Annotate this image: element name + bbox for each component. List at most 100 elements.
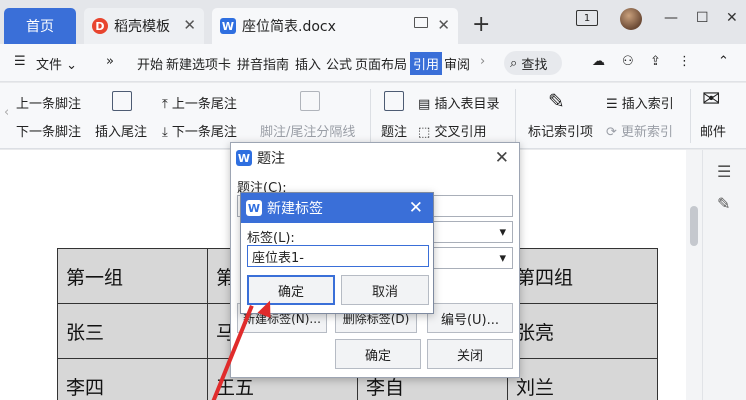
tab-home[interactable]: 首页 — [4, 8, 76, 44]
menu-item-start[interactable]: 开始 — [137, 54, 163, 73]
writer-logo-icon: W — [220, 18, 236, 34]
close-button[interactable]: 关闭 — [427, 339, 513, 369]
insert-index-label: 插入索引 — [621, 97, 674, 112]
caption-dialog-title: W 题注 — [231, 143, 519, 173]
avatar[interactable] — [620, 8, 642, 30]
tab-document-label: 座位简表.docx — [242, 19, 336, 35]
tab-template-label: 稻壳模板 — [114, 19, 170, 35]
table-cell[interactable]: 刘兰 — [507, 358, 658, 400]
close-tab-icon[interactable]: ✕ — [437, 16, 450, 34]
mail-icon: ✉ — [702, 87, 721, 112]
mark-index-icon: ✎ — [548, 89, 565, 113]
prev-endnote-label: 上一条尾注 — [171, 97, 237, 112]
vertical-scrollbar[interactable] — [686, 150, 702, 400]
hamburger-icon[interactable]: ☰ — [14, 54, 26, 69]
search-icon: ⌕ — [510, 55, 518, 71]
chevron-double-right-icon[interactable]: » — [106, 54, 114, 69]
close-icon[interactable]: ✕ — [409, 198, 423, 218]
menu-item-insert[interactable]: 插入 — [295, 54, 321, 73]
cloud-sync-icon[interactable]: ☁ — [592, 54, 605, 69]
menu-item-formula[interactable]: 公式 — [326, 54, 352, 73]
minimize-button[interactable]: — — [664, 10, 678, 26]
ribbon-separator — [515, 89, 516, 143]
close-window-button[interactable]: ✕ — [726, 10, 738, 26]
menu-item-page-layout[interactable]: 页面布局 — [355, 54, 407, 73]
tab-home-label: 首页 — [26, 19, 54, 35]
window-count-badge-icon[interactable]: 1 — [576, 10, 598, 26]
caption-button[interactable]: 题注 — [381, 121, 407, 140]
tab-template[interactable]: D 稻壳模板 ✕ — [84, 8, 204, 44]
menu-item-references[interactable]: 引用 — [410, 52, 443, 75]
separator-line-icon — [300, 91, 320, 111]
share-icon[interactable]: ⇪ — [650, 54, 661, 69]
ok-button[interactable]: 确定 — [247, 275, 335, 305]
mark-index-button[interactable]: 标记索引项 — [528, 121, 593, 140]
panel-toggle-icon[interactable]: ☰ — [717, 162, 731, 181]
writer-logo-icon: W — [246, 200, 262, 216]
label-input[interactable]: 座位表1- — [247, 245, 429, 267]
dropdown-arrow-icon: ▾ — [499, 224, 506, 240]
label-select[interactable]: ▾ — [431, 221, 513, 243]
index-icon: ☰ — [606, 97, 618, 112]
insert-index-button[interactable]: ☰ 插入索引 — [606, 93, 674, 112]
next-endnote-button[interactable]: ⤓ 下一条尾注 — [162, 121, 237, 140]
title-tab-bar: 首页 D 稻壳模板 ✕ W 座位简表.docx ✕ + 1 — ☐ ✕ — [0, 0, 746, 44]
table-list-icon: ▤ — [418, 97, 431, 112]
close-icon[interactable]: ✕ — [495, 148, 509, 168]
insert-toc-button[interactable]: ▤ 插入表目录 — [418, 93, 499, 112]
ok-button[interactable]: 确定 — [335, 339, 421, 369]
next-endnote-label: 下一条尾注 — [171, 125, 237, 140]
chevron-right-icon[interactable]: › — [480, 54, 485, 69]
numbering-button[interactable]: 编号(U)... — [427, 303, 513, 333]
caption-icon — [384, 91, 404, 111]
mail-button[interactable]: 邮件 — [700, 121, 726, 140]
new-label-dialog-title-text: 新建标签 — [267, 201, 323, 217]
prev-footnote-button[interactable]: 上一条脚注 — [16, 93, 81, 112]
collapse-ribbon-icon[interactable]: ⌃ — [718, 54, 729, 69]
pen-icon[interactable]: ✎ — [717, 194, 730, 213]
scroll-left-icon[interactable]: ‹ — [4, 105, 9, 120]
table-cell[interactable]: 李四 — [57, 358, 208, 400]
table-cell[interactable]: 张三 — [57, 303, 208, 359]
menu-item-review[interactable]: 审阅 — [444, 54, 470, 73]
footnote-separator-button[interactable]: 脚注/尾注分隔线 — [260, 121, 355, 140]
add-user-icon[interactable]: ⚇ — [622, 54, 634, 69]
insert-endnote-button[interactable]: 插入尾注 — [95, 121, 147, 140]
right-side-panel: ☰ ✎ — [702, 150, 746, 400]
update-index-label: 更新索引 — [621, 125, 674, 140]
label-field-caption: 标签(L): — [247, 231, 295, 246]
tab-document[interactable]: W 座位简表.docx ✕ — [212, 8, 458, 44]
chevron-down-icon: ⌄ — [66, 58, 78, 73]
menu-item-pinyin[interactable]: 拼音指南 — [237, 54, 289, 73]
search-label: 查找 — [521, 57, 548, 73]
arrow-up-icon: ⤒ — [162, 97, 168, 112]
cross-ref-label: 交叉引用 — [434, 125, 487, 140]
more-icon[interactable]: ⋮ — [678, 54, 691, 69]
cross-ref-button[interactable]: ⬚ 交叉引用 — [418, 121, 486, 140]
menu-file[interactable]: 文件 ⌄ — [36, 54, 77, 73]
writer-logo-icon: W — [236, 150, 252, 166]
restore-button[interactable]: ☐ — [696, 10, 709, 26]
close-tab-icon[interactable]: ✕ — [183, 16, 196, 34]
prev-endnote-button[interactable]: ⤒ 上一条尾注 — [162, 93, 237, 112]
menu-bar: ☰ 文件 ⌄ » 开始 新建选项卡 拼音指南 插入 公式 页面布局 引用 审阅 … — [0, 44, 746, 82]
cancel-button[interactable]: 取消 — [341, 275, 429, 305]
table-cell[interactable]: 第四组 — [507, 248, 658, 304]
insert-toc-label: 插入表目录 — [434, 97, 500, 112]
position-select[interactable]: ▾ — [431, 247, 513, 269]
search-box[interactable]: ⌕ 查找 — [504, 51, 562, 75]
monitor-icon[interactable] — [414, 17, 428, 28]
docer-logo-icon: D — [92, 18, 108, 34]
update-index-button[interactable]: ⟳ 更新索引 — [606, 121, 673, 140]
dropdown-arrow-icon: ▾ — [499, 250, 506, 266]
next-footnote-button[interactable]: 下一条脚注 — [16, 121, 81, 140]
menu-item-new-tab[interactable]: 新建选项卡 — [166, 54, 231, 73]
ribbon-separator — [690, 89, 691, 143]
ribbon-separator — [370, 89, 371, 143]
ribbon-toolbar: ‹ 上一条脚注 下一条脚注 插入尾注 ⤒ 上一条尾注 ⤓ 下一条尾注 脚注/尾注… — [0, 83, 746, 149]
table-cell[interactable]: 张亮 — [507, 303, 658, 359]
table-cell[interactable]: 第一组 — [57, 248, 208, 304]
refresh-icon: ⟳ — [606, 125, 617, 140]
scrollbar-thumb[interactable] — [690, 206, 698, 246]
new-tab-plus-icon[interactable]: + — [472, 12, 490, 37]
